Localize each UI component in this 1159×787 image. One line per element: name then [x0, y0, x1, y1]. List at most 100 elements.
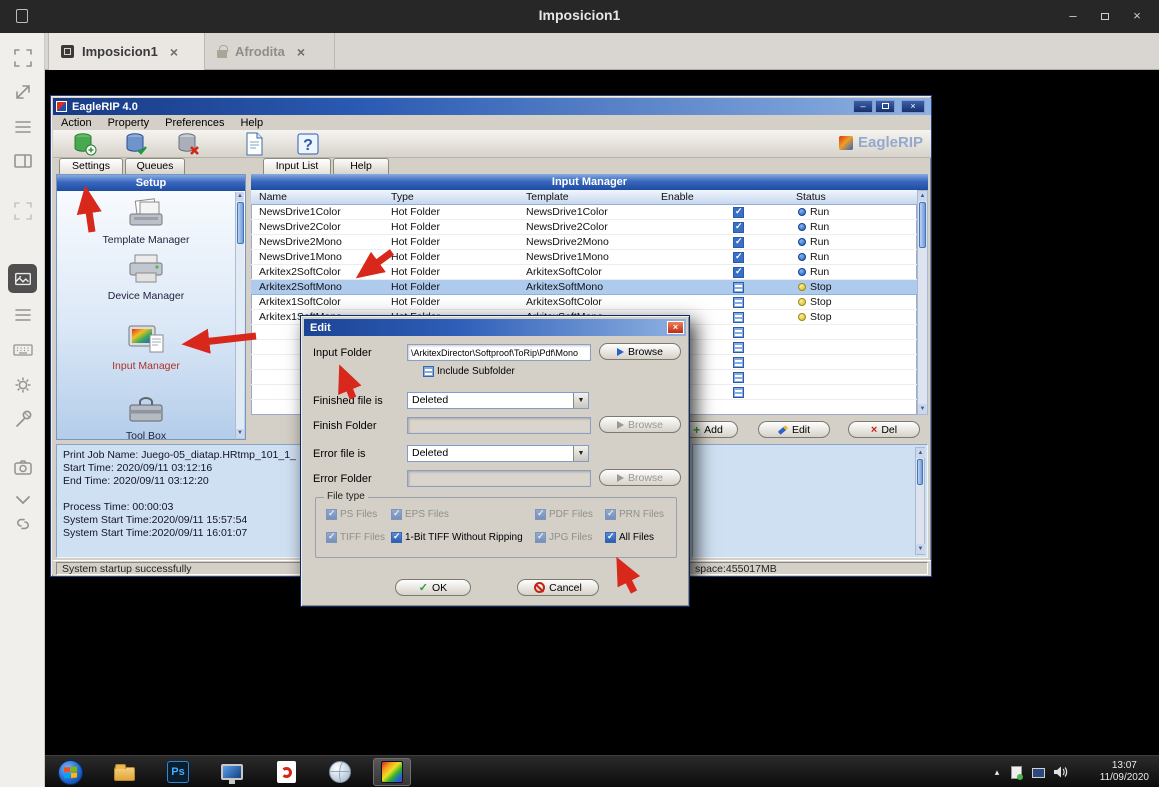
- table-row[interactable]: NewsDrive1Mono Hot Folder NewsDrive1Mono…: [251, 250, 917, 265]
- enable-checkbox[interactable]: [733, 387, 744, 398]
- dropdown-arrow-icon[interactable]: ▼: [573, 446, 588, 461]
- table-row[interactable]: NewsDrive2Mono Hot Folder NewsDrive2Mono…: [251, 235, 917, 250]
- camera-icon[interactable]: [12, 456, 34, 478]
- help-icon[interactable]: ?: [295, 131, 321, 157]
- table-scrollbar[interactable]: ▲ ▼: [917, 190, 928, 415]
- menu-property[interactable]: Property: [100, 117, 158, 129]
- edit-dialog-titlebar[interactable]: Edit ×: [304, 319, 686, 336]
- link-icon[interactable]: [12, 513, 34, 535]
- vnc-titlebar[interactable]: Imposicion1 – ×: [0, 0, 1159, 33]
- tab-input-list[interactable]: Input List: [263, 158, 331, 174]
- scroll-up-icon[interactable]: ▲: [236, 192, 244, 201]
- error-file-select[interactable]: Deleted ▼: [407, 445, 589, 462]
- start-button[interactable]: [55, 759, 85, 785]
- taskbar-explorer-button[interactable]: [109, 759, 139, 785]
- col-enable[interactable]: Enable: [661, 191, 694, 203]
- document-icon[interactable]: [241, 131, 267, 157]
- screen-maximize-button[interactable]: [1095, 8, 1115, 23]
- scroll-thumb[interactable]: [917, 459, 923, 485]
- scroll-up-icon[interactable]: ▲: [918, 191, 927, 201]
- setup-item-device-manager[interactable]: Device Manager: [57, 253, 235, 302]
- screenshot-tool-selected[interactable]: [8, 264, 37, 293]
- screen-minimize-button[interactable]: –: [1063, 8, 1083, 23]
- cancel-button[interactable]: Cancel: [517, 579, 599, 596]
- tray-volume-button[interactable]: [1051, 759, 1071, 785]
- menu-help[interactable]: Help: [232, 117, 271, 129]
- edit-button[interactable]: Edit: [758, 421, 830, 438]
- win-maximize-button[interactable]: [875, 100, 895, 113]
- enable-checkbox[interactable]: [733, 327, 744, 338]
- scroll-down-icon[interactable]: ▼: [918, 404, 927, 414]
- col-status[interactable]: Status: [796, 191, 826, 203]
- screen-close-button[interactable]: ×: [1127, 8, 1147, 23]
- enable-checkbox[interactable]: [733, 342, 744, 353]
- region-capture-icon[interactable]: [12, 200, 34, 222]
- session-tab-afrodita[interactable]: Afrodita ×: [205, 33, 335, 70]
- scroll-thumb[interactable]: [237, 202, 244, 244]
- scroll-thumb[interactable]: [919, 202, 926, 248]
- settings-gear-icon[interactable]: [12, 374, 34, 396]
- browse-input-folder-button[interactable]: Browse: [599, 343, 681, 360]
- table-row[interactable]: NewsDrive1Color Hot Folder NewsDrive1Col…: [251, 205, 917, 220]
- setup-item-input-manager[interactable]: Input Manager: [57, 323, 235, 372]
- enable-checkbox[interactable]: [733, 372, 744, 383]
- win-minimize-button[interactable]: –: [853, 100, 873, 113]
- tray-status-button[interactable]: [1007, 759, 1025, 785]
- tab-close-icon[interactable]: ×: [297, 44, 305, 60]
- ok-button[interactable]: ✓OK: [395, 579, 471, 596]
- include-subfolder-checkbox[interactable]: Include Subfolder: [423, 366, 515, 377]
- enable-checkbox[interactable]: [733, 222, 744, 233]
- menu-icon[interactable]: [12, 304, 34, 326]
- setup-scrollbar[interactable]: ▲ ▼: [235, 192, 244, 438]
- tab-queues[interactable]: Queues: [125, 158, 185, 174]
- enable-checkbox[interactable]: [733, 312, 744, 323]
- tray-network-button[interactable]: [1029, 759, 1047, 785]
- chevron-down-icon[interactable]: [12, 489, 34, 511]
- setup-item-tool-box[interactable]: Tool Box: [57, 393, 235, 442]
- tab-help[interactable]: Help: [333, 158, 389, 174]
- setup-item-template-manager[interactable]: Template Manager: [57, 197, 235, 246]
- col-type[interactable]: Type: [391, 191, 414, 203]
- col-template[interactable]: Template: [526, 191, 569, 203]
- list-icon[interactable]: [12, 116, 34, 138]
- selection-region-icon[interactable]: [12, 47, 34, 69]
- scroll-up-icon[interactable]: ▲: [916, 448, 925, 458]
- tab-close-icon[interactable]: ×: [170, 44, 178, 60]
- enable-checkbox[interactable]: [733, 297, 744, 308]
- table-row[interactable]: Arkitex2SoftColor Hot Folder ArkitexSoft…: [251, 265, 917, 280]
- taskbar-pdf-button[interactable]: [271, 759, 301, 785]
- del-button[interactable]: ×Del: [848, 421, 920, 438]
- taskbar-browser-button[interactable]: [325, 759, 355, 785]
- table-row-selected[interactable]: Arkitex2SoftMono Hot Folder ArkitexSoftM…: [251, 280, 917, 295]
- database-add-icon[interactable]: [71, 131, 97, 157]
- tools-wrench-icon[interactable]: [12, 408, 34, 430]
- taskbar-active-app-button[interactable]: [373, 758, 411, 786]
- enable-checkbox[interactable]: [733, 267, 744, 278]
- enable-checkbox[interactable]: [733, 282, 744, 293]
- dropdown-arrow-icon[interactable]: ▼: [573, 393, 588, 408]
- checkbox-all-files[interactable]: All Files: [605, 532, 654, 543]
- menu-action[interactable]: Action: [53, 117, 100, 129]
- col-name[interactable]: Name: [259, 191, 287, 203]
- tab-settings[interactable]: Settings: [59, 158, 123, 174]
- eaglerip-titlebar[interactable]: EagleRIP 4.0 – ×: [53, 98, 931, 115]
- queue-scrollbar[interactable]: ▲ ▼: [915, 447, 925, 555]
- enable-checkbox[interactable]: [733, 207, 744, 218]
- scroll-down-icon[interactable]: ▼: [916, 544, 925, 554]
- panel-layout-icon[interactable]: [12, 150, 34, 172]
- enable-checkbox[interactable]: [733, 237, 744, 248]
- database-check-icon[interactable]: [123, 131, 149, 157]
- taskbar-clock[interactable]: 13:07 11/09/2020: [1100, 760, 1149, 784]
- checkbox-1bit-tiff[interactable]: 1-Bit TIFF Without Ripping: [391, 532, 523, 543]
- dialog-close-button[interactable]: ×: [667, 321, 684, 334]
- table-row[interactable]: NewsDrive2Color Hot Folder NewsDrive2Col…: [251, 220, 917, 235]
- finished-file-select[interactable]: Deleted ▼: [407, 392, 589, 409]
- taskbar-display-button[interactable]: [217, 759, 247, 785]
- taskbar-photoshop-button[interactable]: Ps: [163, 759, 193, 785]
- enable-checkbox[interactable]: [733, 252, 744, 263]
- win-close-button[interactable]: ×: [901, 100, 925, 113]
- database-delete-icon[interactable]: [175, 131, 201, 157]
- input-folder-field[interactable]: \ArkitexDirector\Softproof\ToRip\Pdf\Mon…: [407, 344, 591, 361]
- menu-preferences[interactable]: Preferences: [157, 117, 232, 129]
- session-tab-imposicion1[interactable]: Imposicion1 ×: [48, 33, 205, 70]
